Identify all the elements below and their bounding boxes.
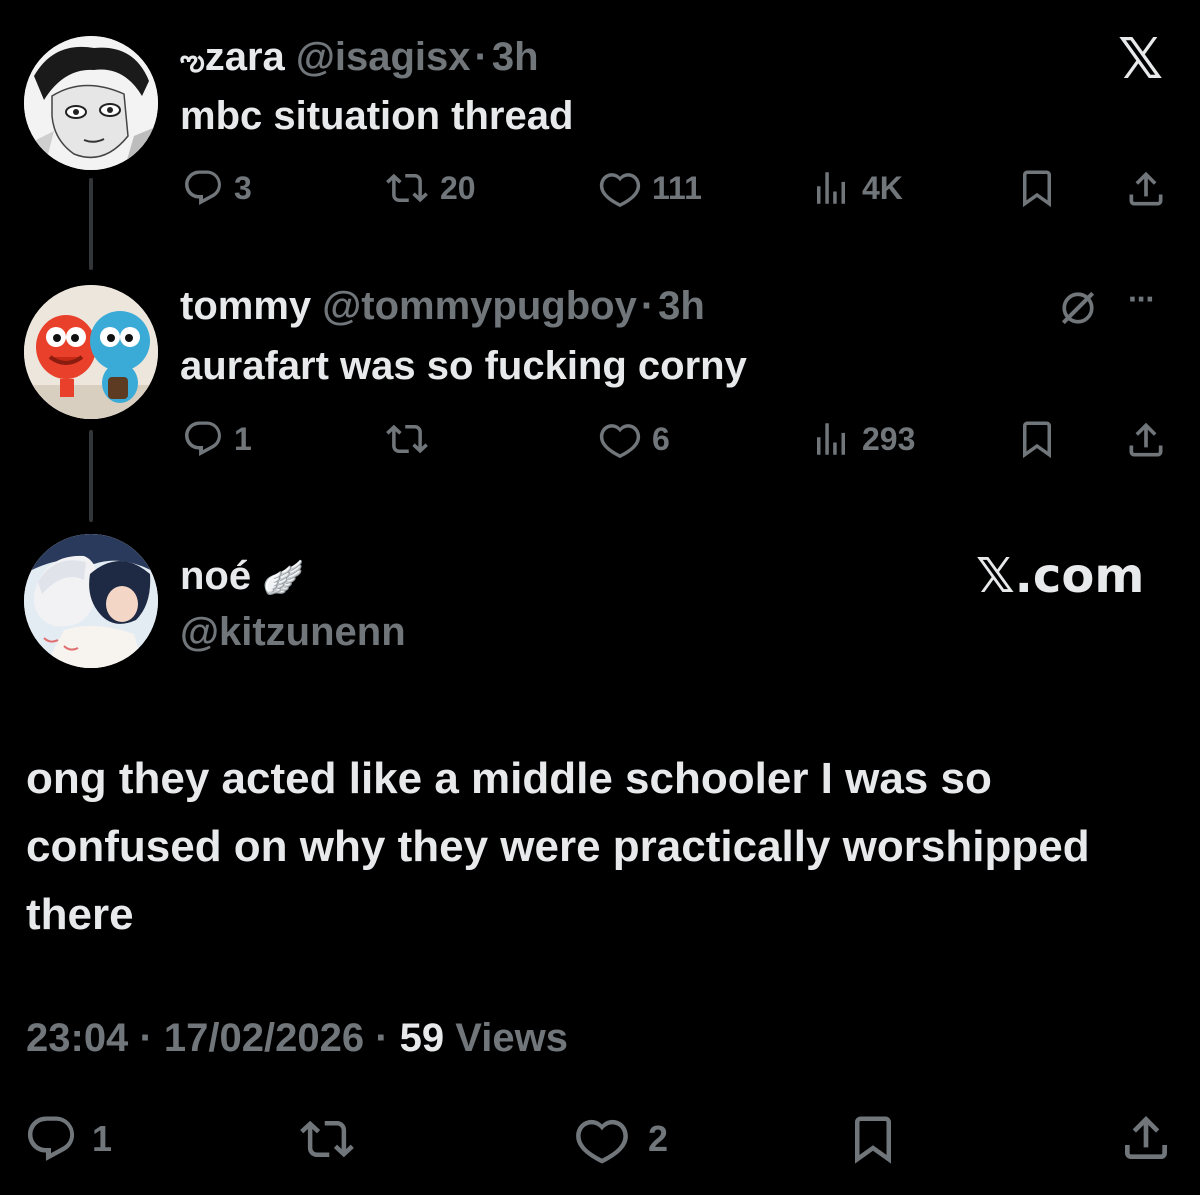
like-icon xyxy=(574,1112,630,1166)
share-icon xyxy=(1118,1110,1174,1166)
x-logo-icon[interactable]: 𝕏 xyxy=(1118,30,1163,90)
like-button[interactable]: 2 xyxy=(574,1112,668,1166)
bookmark-icon xyxy=(1016,418,1058,460)
reply-icon xyxy=(24,1112,78,1166)
reply-icon xyxy=(182,418,224,460)
like-count: 2 xyxy=(648,1118,669,1159)
more-icon[interactable]: ··· xyxy=(1128,281,1156,318)
grok-icon[interactable] xyxy=(1056,286,1100,335)
post-date[interactable]: 17/02/2026 xyxy=(164,1016,364,1060)
name-prefix-glyph: ఌ xyxy=(180,45,205,76)
display-name[interactable]: tommy xyxy=(180,284,311,328)
reply-count: 1 xyxy=(92,1118,113,1159)
reply-button[interactable]: 3 xyxy=(182,167,252,209)
post-text: mbc situation thread xyxy=(180,94,574,138)
repost-button[interactable]: 20 xyxy=(384,167,476,209)
bookmark-button[interactable] xyxy=(1016,418,1058,460)
views-button[interactable]: 293 xyxy=(810,418,915,460)
like-count: 111 xyxy=(652,169,702,206)
views-icon xyxy=(810,418,852,460)
post-text: aurafart was so fucking corny xyxy=(180,344,747,388)
handle[interactable]: @tommypugboy xyxy=(322,284,637,328)
post-header: noé 🪽 xyxy=(180,552,305,602)
reply-button[interactable]: 1 xyxy=(24,1112,112,1166)
like-button[interactable]: 6 xyxy=(598,418,670,460)
display-name[interactable]: noé xyxy=(180,554,251,598)
views-count: 293 xyxy=(862,420,916,457)
share-button[interactable] xyxy=(1118,1110,1174,1166)
like-count: 6 xyxy=(652,420,670,457)
views-count: 4K xyxy=(862,169,903,206)
separator: · xyxy=(474,35,488,79)
timestamp[interactable]: 3h xyxy=(658,284,705,328)
bookmark-button[interactable] xyxy=(846,1112,900,1166)
repost-icon xyxy=(384,418,430,460)
share-icon xyxy=(1124,167,1168,211)
badge-emoji: 🪽 xyxy=(262,559,305,597)
bookmark-icon xyxy=(846,1112,900,1166)
repost-count: 20 xyxy=(440,169,476,206)
post-header: tommy @tommypugboy · 3h xyxy=(180,282,705,330)
thread-line xyxy=(89,430,93,522)
post-text: ong they acted like a middle schooler I … xyxy=(26,754,1090,939)
post-time[interactable]: 23:04 xyxy=(26,1016,128,1060)
share-icon xyxy=(1124,418,1168,462)
timestamp[interactable]: 3h xyxy=(492,35,539,79)
reply-icon xyxy=(182,167,224,209)
views-label: Views xyxy=(455,1016,568,1060)
separator: · xyxy=(139,1016,153,1060)
post-meta: 23:04 · 17/02/2026 · 59 Views xyxy=(26,1016,568,1061)
bookmark-icon xyxy=(1016,167,1058,209)
share-button[interactable] xyxy=(1124,167,1168,211)
repost-button[interactable] xyxy=(384,418,440,460)
reply-count: 1 xyxy=(234,420,252,457)
bookmark-button[interactable] xyxy=(1016,167,1058,209)
views-icon xyxy=(810,167,852,209)
separator: · xyxy=(375,1016,389,1060)
reply-button[interactable]: 1 xyxy=(182,418,252,460)
avatar-image xyxy=(24,534,158,668)
avatar[interactable] xyxy=(24,36,158,170)
like-icon xyxy=(598,418,642,460)
thread-line xyxy=(89,178,93,270)
share-button[interactable] xyxy=(1124,418,1168,462)
like-icon xyxy=(598,167,642,209)
repost-icon xyxy=(384,167,430,209)
handle[interactable]: @isagisx xyxy=(296,35,471,79)
display-name[interactable]: zara xyxy=(205,35,285,79)
watermark: 𝕏.com xyxy=(976,548,1145,604)
repost-icon xyxy=(298,1112,356,1166)
like-button[interactable]: 111 xyxy=(598,167,702,209)
views-count: 59 xyxy=(399,1016,445,1060)
post-header: ఌzara @isagisx · 3h xyxy=(180,33,539,85)
reply-count: 3 xyxy=(234,169,252,206)
avatar-image xyxy=(24,285,158,419)
avatar[interactable] xyxy=(24,534,158,668)
repost-button[interactable] xyxy=(298,1112,366,1166)
avatar[interactable] xyxy=(24,285,158,419)
avatar-image xyxy=(24,36,158,170)
views-button[interactable]: 4K xyxy=(810,167,903,209)
separator: · xyxy=(640,284,655,328)
handle[interactable]: @kitzunenn xyxy=(180,608,406,656)
